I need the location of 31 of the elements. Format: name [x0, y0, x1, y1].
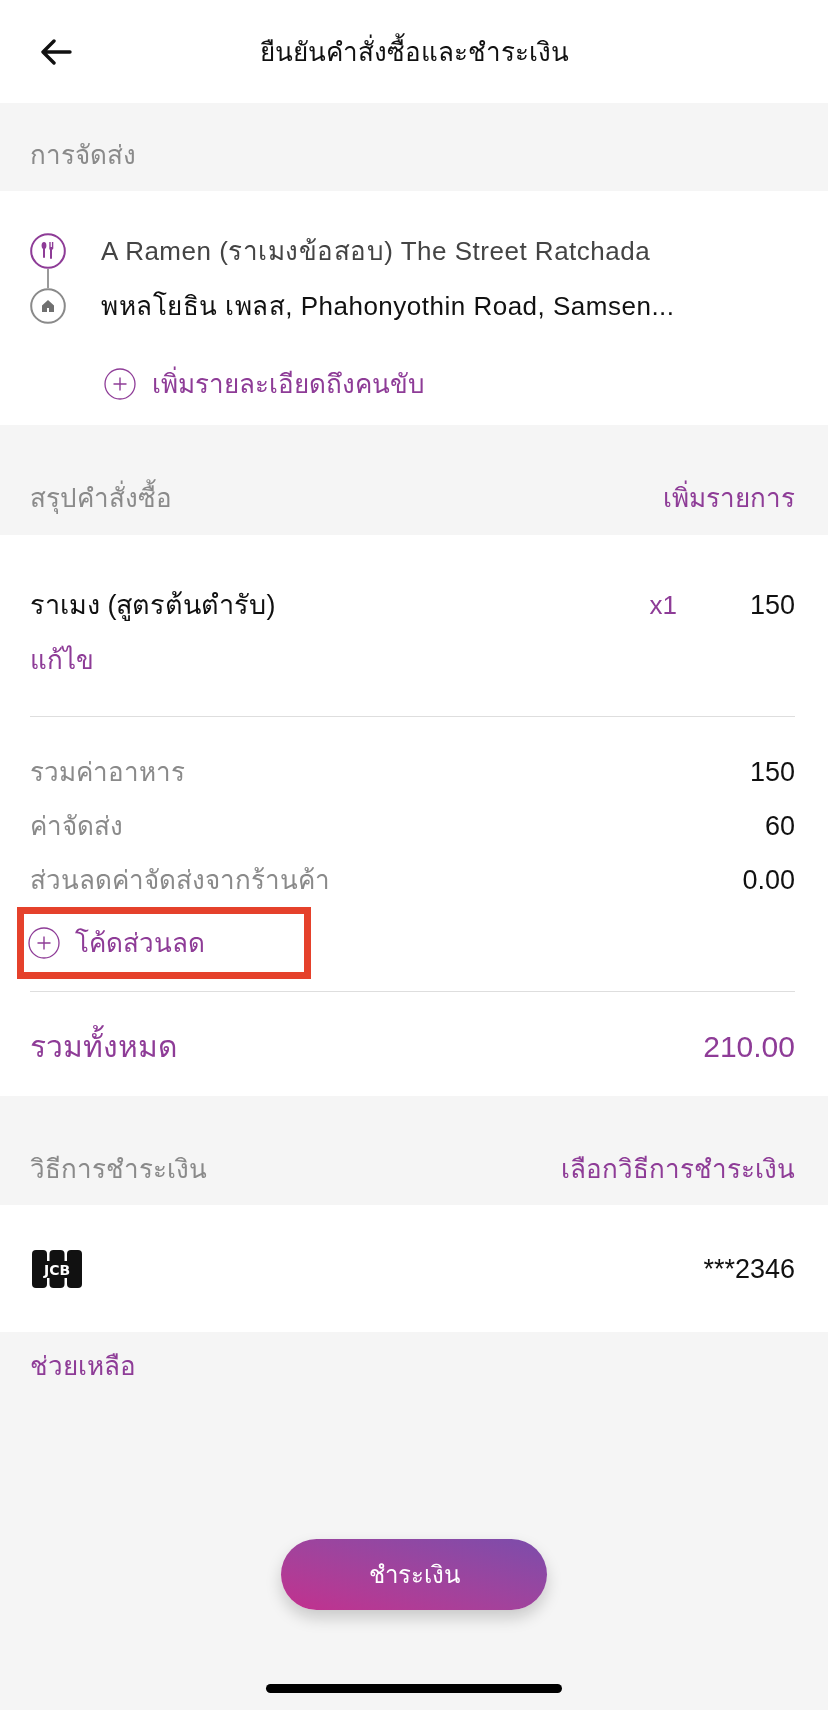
- total-amount: 210.00: [703, 1029, 795, 1065]
- connector-line: [47, 269, 49, 288]
- section-heading: การจัดส่ง: [30, 139, 136, 172]
- charge-label: รวมค่าอาหาร: [30, 756, 185, 789]
- plus-icon: [104, 368, 136, 400]
- promo-code-button[interactable]: โค้ดส่วนลด: [28, 923, 205, 963]
- item-price: 150: [748, 589, 795, 622]
- pay-button[interactable]: ชำระเงิน: [281, 1539, 547, 1610]
- section-heading: สรุปคำสั่งซื้อ: [30, 481, 172, 515]
- charge-amount: 150: [749, 756, 795, 789]
- choose-payment-link[interactable]: เลือกวิธีการชำระเงิน: [561, 1151, 795, 1186]
- charge-label: ส่วนลดค่าจัดส่งจากร้านค้า: [30, 864, 330, 897]
- item-name: ราเมง (สูตรต้นตำรับ): [30, 589, 277, 623]
- edit-link[interactable]: แก้ไข: [30, 642, 94, 678]
- card-number: ***2346: [703, 1252, 795, 1286]
- delivery-address: พหลโยธิน เพลส, Phahonyothin Road, Samsen...: [101, 290, 676, 323]
- help-link[interactable]: ช่วยเหลือ: [30, 1349, 136, 1383]
- restaurant-name: A Ramen (ราเมงข้อสอบ) The Street Ratchada: [101, 235, 652, 268]
- item-quantity: x1: [649, 589, 677, 622]
- charge-amount: 0.00: [742, 864, 795, 897]
- charge-label: ค่าจัดส่ง: [30, 810, 123, 843]
- house-icon: [30, 288, 66, 324]
- back-arrow-icon: [40, 38, 72, 65]
- fork-spoon-icon: [30, 233, 66, 269]
- plus-icon: [28, 927, 60, 959]
- add-items-link[interactable]: เพิ่มรายการ: [663, 481, 795, 515]
- section-heading: วิธีการชำระเงิน: [30, 1152, 207, 1186]
- card-brand-logo: JCB: [32, 1249, 82, 1288]
- add-driver-note-button[interactable]: เพิ่มรายละเอียดถึงคนขับ: [104, 364, 425, 404]
- charge-amount: 60: [764, 810, 795, 843]
- page-title: ยืนยันคำสั่งซื้อและชำระเงิน: [100, 34, 728, 69]
